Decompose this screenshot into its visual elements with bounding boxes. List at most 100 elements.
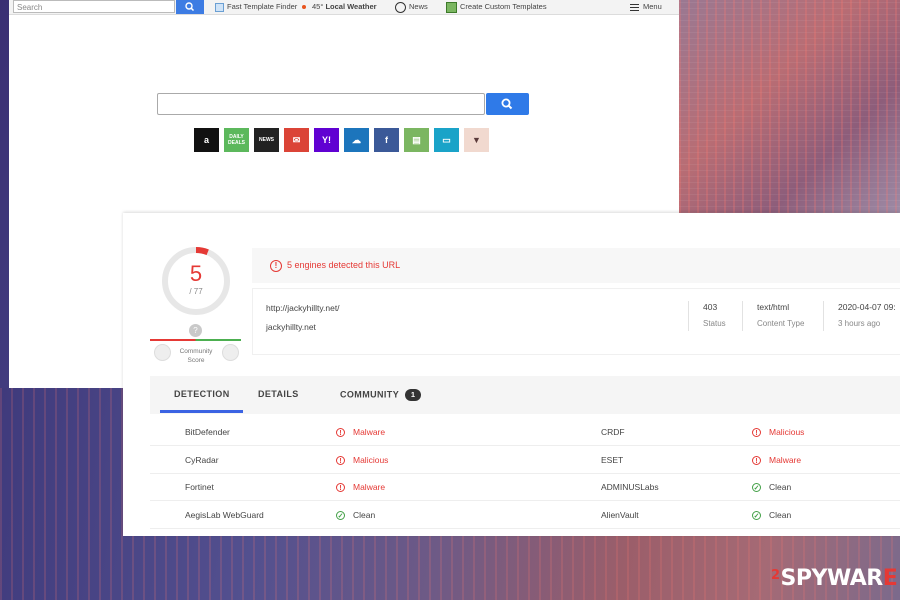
news-label: News	[409, 2, 428, 11]
create-templates-label: Create Custom Templates	[460, 2, 547, 11]
watermark-logo: 2SPYWARE	[771, 566, 898, 591]
engine-name: BitDefender	[185, 427, 230, 437]
divider	[742, 301, 743, 331]
alert-text: 5 engines detected this URL	[287, 260, 401, 270]
background-upper-right	[679, 0, 900, 213]
tab-community[interactable]: COMMUNITY 1	[340, 389, 422, 401]
main-search-button[interactable]	[486, 93, 529, 115]
weather-icon[interactable]: ☁	[344, 128, 369, 152]
engine-result: ! Malicious	[752, 427, 805, 438]
result-label: Clean	[769, 509, 792, 520]
browser-toolbar: Search Fast Template Finder 45° Local We…	[9, 0, 679, 15]
scan-date-value: 2020-04-07 09:	[838, 302, 896, 312]
community-score-bar	[150, 339, 241, 341]
alert-circle-icon: !	[336, 483, 345, 493]
toolbar-search-input[interactable]: Search	[13, 0, 175, 13]
content-type-value: text/html	[757, 302, 790, 312]
check-circle-icon: ✓	[752, 483, 761, 493]
result-label: Malware	[353, 482, 386, 492]
yahoo-icon[interactable]: Y!	[314, 128, 339, 152]
result-tabs: DETECTION DETAILS COMMUNITY 1	[150, 376, 900, 414]
create-templates-icon	[446, 1, 457, 13]
check-circle-icon: ✓	[752, 510, 761, 520]
engine-result: ✓ Clean	[752, 510, 791, 520]
community-score-label: Community Score	[171, 347, 221, 365]
engine-result: ✓ Clean	[336, 510, 375, 520]
fast-template-finder-link[interactable]: Fast Template Finder	[215, 0, 297, 13]
alert-icon: !	[270, 260, 282, 272]
engine-name: AlienVault	[601, 509, 639, 520]
engine-name: ESET	[601, 454, 624, 465]
result-label: Malicious	[769, 427, 805, 437]
template-icon[interactable]: ▤	[404, 128, 429, 152]
status-label: Status	[703, 319, 726, 328]
tab-detection[interactable]: DETECTION	[174, 389, 230, 399]
community-score-question-icon[interactable]: ?	[189, 324, 202, 337]
scanned-url[interactable]: http://jackyhillty.net/	[266, 303, 340, 313]
table-row: CyRadar! Malicious ESET ! Malware	[150, 446, 900, 474]
weather-temp: 45°	[312, 2, 324, 11]
watermark-number: 2	[771, 568, 780, 583]
card-icon[interactable]: ▭	[434, 128, 459, 152]
detection-alert: ! 5 engines detected this URL	[252, 248, 900, 283]
main-search-input[interactable]	[157, 93, 485, 115]
virustotal-panel: 5 / 77 ? Community Score ! 5 engines det…	[123, 213, 900, 536]
shortcut-icons: a DAILY DEALS NEWS ✉ Y! ☁ f ▤ ▭ ▼	[194, 128, 489, 152]
hamburger-icon	[630, 3, 639, 11]
community-label-line1: Community	[179, 348, 213, 355]
amazon-icon[interactable]: a	[194, 128, 219, 152]
weather-label: Local Weather	[325, 2, 377, 11]
news-globe-icon	[395, 1, 406, 13]
community-vote-down-icon[interactable]	[154, 344, 171, 361]
engine-result: ! Malicious	[336, 455, 388, 465]
scan-date-relative: 3 hours ago	[838, 319, 881, 328]
result-label: Malware	[353, 427, 386, 437]
template-finder-icon	[215, 2, 224, 12]
status-value: 403	[703, 302, 718, 312]
check-circle-icon: ✓	[336, 510, 345, 520]
engine-result: ! Malware	[752, 455, 801, 465]
engine-name: CRDF	[601, 427, 625, 437]
divider	[688, 301, 689, 331]
create-custom-templates-link[interactable]: Create Custom Templates	[446, 0, 547, 13]
tab-community-label: COMMUNITY	[340, 389, 400, 400]
engine-name: CyRadar	[185, 454, 219, 465]
engine-name: AegisLab WebGuard	[185, 509, 264, 520]
search-icon	[185, 2, 195, 12]
fast-template-label: Fast Template Finder	[227, 2, 298, 11]
result-label: Clean	[769, 482, 792, 492]
result-label: Malware	[769, 454, 802, 465]
news-icon[interactable]: NEWS	[254, 128, 279, 152]
alert-circle-icon: !	[336, 455, 345, 465]
watermark-text-end: E	[882, 566, 898, 591]
news-link[interactable]: News	[395, 0, 428, 13]
result-label: Malicious	[353, 454, 389, 465]
community-count-badge: 1	[405, 389, 422, 401]
tab-details[interactable]: DETAILS	[258, 389, 299, 399]
engine-name: ADMINUSLabs	[601, 482, 659, 492]
scanned-domain[interactable]: jackyhillty.net	[266, 322, 316, 332]
url-info-box: http://jackyhillty.net/ jackyhillty.net …	[252, 288, 900, 355]
divider	[823, 301, 824, 331]
facebook-icon[interactable]: f	[374, 128, 399, 152]
search-icon	[501, 98, 513, 110]
table-row: AegisLab WebGuard ✓ Clean AlienVault ✓ Clean	[150, 501, 900, 529]
weather-dot-icon	[302, 5, 306, 10]
menu-button[interactable]: Menu	[630, 0, 662, 13]
community-vote-up-icon[interactable]	[222, 344, 239, 361]
table-row: BitDefender! Malware CRDF! Malicious	[150, 418, 900, 446]
alert-circle-icon: !	[336, 428, 345, 438]
engine-result: ! Malware	[336, 427, 386, 438]
alert-circle-icon: !	[752, 428, 761, 438]
detection-score: 5	[189, 261, 203, 286]
daily-deals-icon[interactable]: DAILY DEALS	[224, 128, 249, 152]
gmail-icon[interactable]: ✉	[284, 128, 309, 152]
active-tab-indicator	[160, 410, 243, 413]
local-weather-link[interactable]: 45° Local Weather	[302, 0, 377, 13]
tie-icon[interactable]: ▼	[464, 128, 489, 152]
toolbar-search-button[interactable]	[176, 0, 204, 14]
table-row: Fortinet! Malware ADMINUSLabs ✓ Clean	[150, 473, 900, 501]
content-type-label: Content Type	[757, 319, 805, 328]
watermark-text: SPYWAR	[780, 566, 884, 591]
community-label-line2: Score	[187, 357, 205, 364]
